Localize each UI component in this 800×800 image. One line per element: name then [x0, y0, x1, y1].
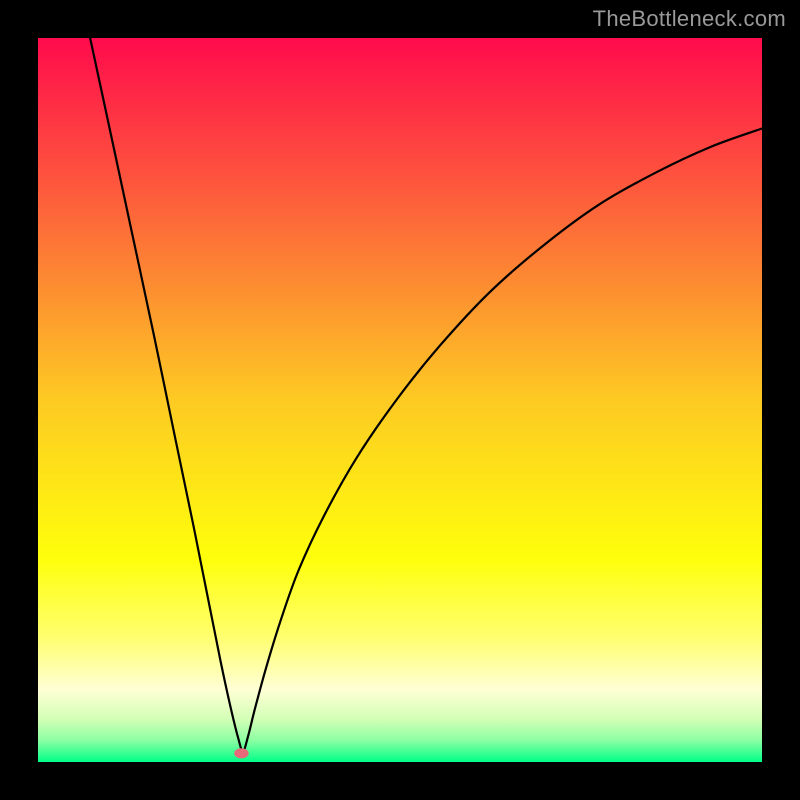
plot-area — [38, 38, 762, 762]
plot-svg — [38, 38, 762, 762]
watermark-text: TheBottleneck.com — [593, 6, 786, 32]
chart-frame: TheBottleneck.com — [0, 0, 800, 800]
gradient-bg — [38, 38, 762, 762]
min-marker — [234, 748, 248, 758]
